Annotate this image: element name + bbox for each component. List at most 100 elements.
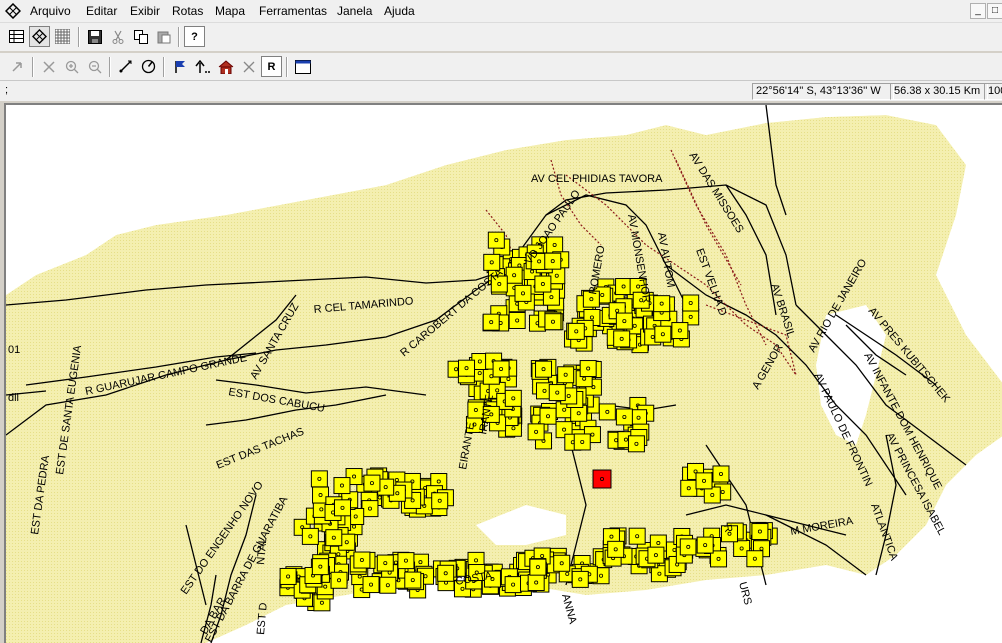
map-marker[interactable] [534, 275, 552, 293]
route-button[interactable]: R [261, 56, 282, 77]
map-marker[interactable] [653, 295, 671, 313]
map-marker[interactable] [431, 492, 449, 510]
menu-mapa[interactable]: Mapa [215, 4, 245, 18]
map-marker[interactable] [571, 570, 589, 588]
copy-button[interactable] [130, 26, 151, 47]
map-marker[interactable] [647, 546, 665, 564]
map-marker[interactable] [746, 550, 764, 568]
map-view-button[interactable] [29, 26, 50, 47]
map-marker[interactable] [363, 474, 381, 492]
paste-button[interactable] [153, 26, 174, 47]
map-marker[interactable] [362, 576, 380, 594]
flag-button[interactable] [169, 56, 190, 77]
map-marker[interactable] [397, 552, 415, 570]
map-marker[interactable] [598, 403, 616, 421]
home-button[interactable] [215, 56, 236, 77]
map-marker[interactable] [527, 423, 545, 441]
map-marker[interactable] [654, 325, 672, 343]
map-marker[interactable] [680, 479, 698, 497]
map-marker[interactable] [504, 576, 522, 594]
map-marker[interactable] [482, 313, 500, 331]
pointer-icon [11, 61, 22, 72]
pointer-button[interactable] [6, 56, 27, 77]
map-marker[interactable] [679, 538, 697, 556]
map-marker[interactable] [751, 523, 769, 541]
route-up-button[interactable] [192, 56, 213, 77]
map-view[interactable]: AV CEL PHIDIAS TAVORA AV DAS MISSOES VD JO… [4, 103, 1002, 643]
grid-view-button[interactable] [52, 26, 73, 47]
map-marker[interactable] [504, 389, 522, 407]
map-canvas[interactable]: AV CEL PHIDIAS TAVORA AV DAS MISSOESVD JO… [6, 105, 1002, 643]
map-marker[interactable] [671, 322, 689, 340]
map-marker[interactable] [696, 536, 714, 554]
map-marker[interactable] [535, 360, 553, 378]
map-marker[interactable] [376, 554, 394, 572]
toolbar-map: R [0, 53, 1002, 81]
map-marker[interactable] [311, 558, 329, 576]
map-marker[interactable] [404, 571, 422, 589]
map-marker[interactable] [492, 360, 510, 378]
measure-button[interactable] [138, 56, 159, 77]
map-marker[interactable] [330, 571, 348, 589]
map-marker[interactable] [627, 435, 645, 453]
map-marker[interactable] [557, 366, 575, 384]
zoom-extent-button[interactable] [38, 56, 59, 77]
map-marker[interactable] [579, 360, 597, 378]
map-marker[interactable] [458, 359, 476, 377]
map-marker[interactable] [508, 311, 526, 329]
map-marker[interactable] [712, 465, 730, 483]
menu-rotas[interactable]: Rotas [172, 4, 203, 18]
map-marker[interactable] [553, 554, 571, 572]
add-point-button[interactable] [115, 56, 136, 77]
map-marker[interactable] [607, 540, 625, 558]
map-marker[interactable] [615, 312, 633, 330]
map-marker[interactable] [310, 470, 328, 488]
map-marker[interactable] [703, 486, 721, 504]
route-clear-button[interactable] [238, 56, 259, 77]
table-view-button[interactable] [6, 26, 27, 47]
map-marker[interactable] [279, 567, 297, 585]
map-marker[interactable] [613, 330, 631, 348]
menu-janela[interactable]: Janela [337, 4, 372, 18]
map-marker[interactable] [379, 576, 397, 594]
map-marker[interactable] [630, 409, 648, 427]
cut-button[interactable] [107, 26, 128, 47]
map-marker[interactable] [539, 407, 557, 425]
map-marker[interactable] [437, 564, 455, 582]
map-marker[interactable] [573, 433, 591, 451]
map-marker[interactable] [301, 527, 319, 545]
map-marker[interactable] [695, 472, 713, 490]
menu-ajuda[interactable]: Ajuda [384, 4, 415, 18]
map-marker[interactable] [505, 266, 523, 284]
window-layout-button[interactable] [292, 56, 313, 77]
map-marker[interactable] [333, 499, 351, 517]
save-button[interactable] [84, 26, 105, 47]
map-marker[interactable] [325, 529, 343, 547]
map-marker[interactable] [682, 294, 700, 312]
zoom-out-button[interactable] [84, 56, 105, 77]
map-marker[interactable] [628, 527, 646, 545]
map-marker[interactable] [615, 408, 633, 426]
help-button[interactable]: ? [184, 26, 205, 47]
toolbar-main: ? [0, 23, 1002, 51]
map-marker[interactable] [361, 500, 379, 518]
menu-arquivo[interactable]: Arquivo [30, 4, 71, 18]
menu-ferramentas[interactable]: Ferramentas [259, 4, 327, 18]
map-marker[interactable] [544, 313, 562, 331]
map-marker[interactable] [567, 322, 585, 340]
map-marker[interactable] [548, 384, 566, 402]
maximize-button[interactable]: □ [987, 3, 1002, 19]
menu-exibir[interactable]: Exibir [130, 4, 160, 18]
selected-marker[interactable] [592, 469, 612, 489]
map-marker[interactable] [544, 252, 562, 270]
map-marker[interactable] [487, 231, 505, 249]
map-marker[interactable] [333, 477, 351, 495]
map-marker[interactable] [529, 558, 547, 576]
zoom-in-button[interactable] [61, 56, 82, 77]
map-marker[interactable] [527, 574, 545, 592]
minimize-button[interactable]: _ [970, 3, 986, 19]
map-marker[interactable] [514, 284, 532, 302]
map-marker[interactable] [353, 551, 371, 569]
map-marker[interactable] [615, 278, 633, 296]
menu-editar[interactable]: Editar [86, 4, 117, 18]
